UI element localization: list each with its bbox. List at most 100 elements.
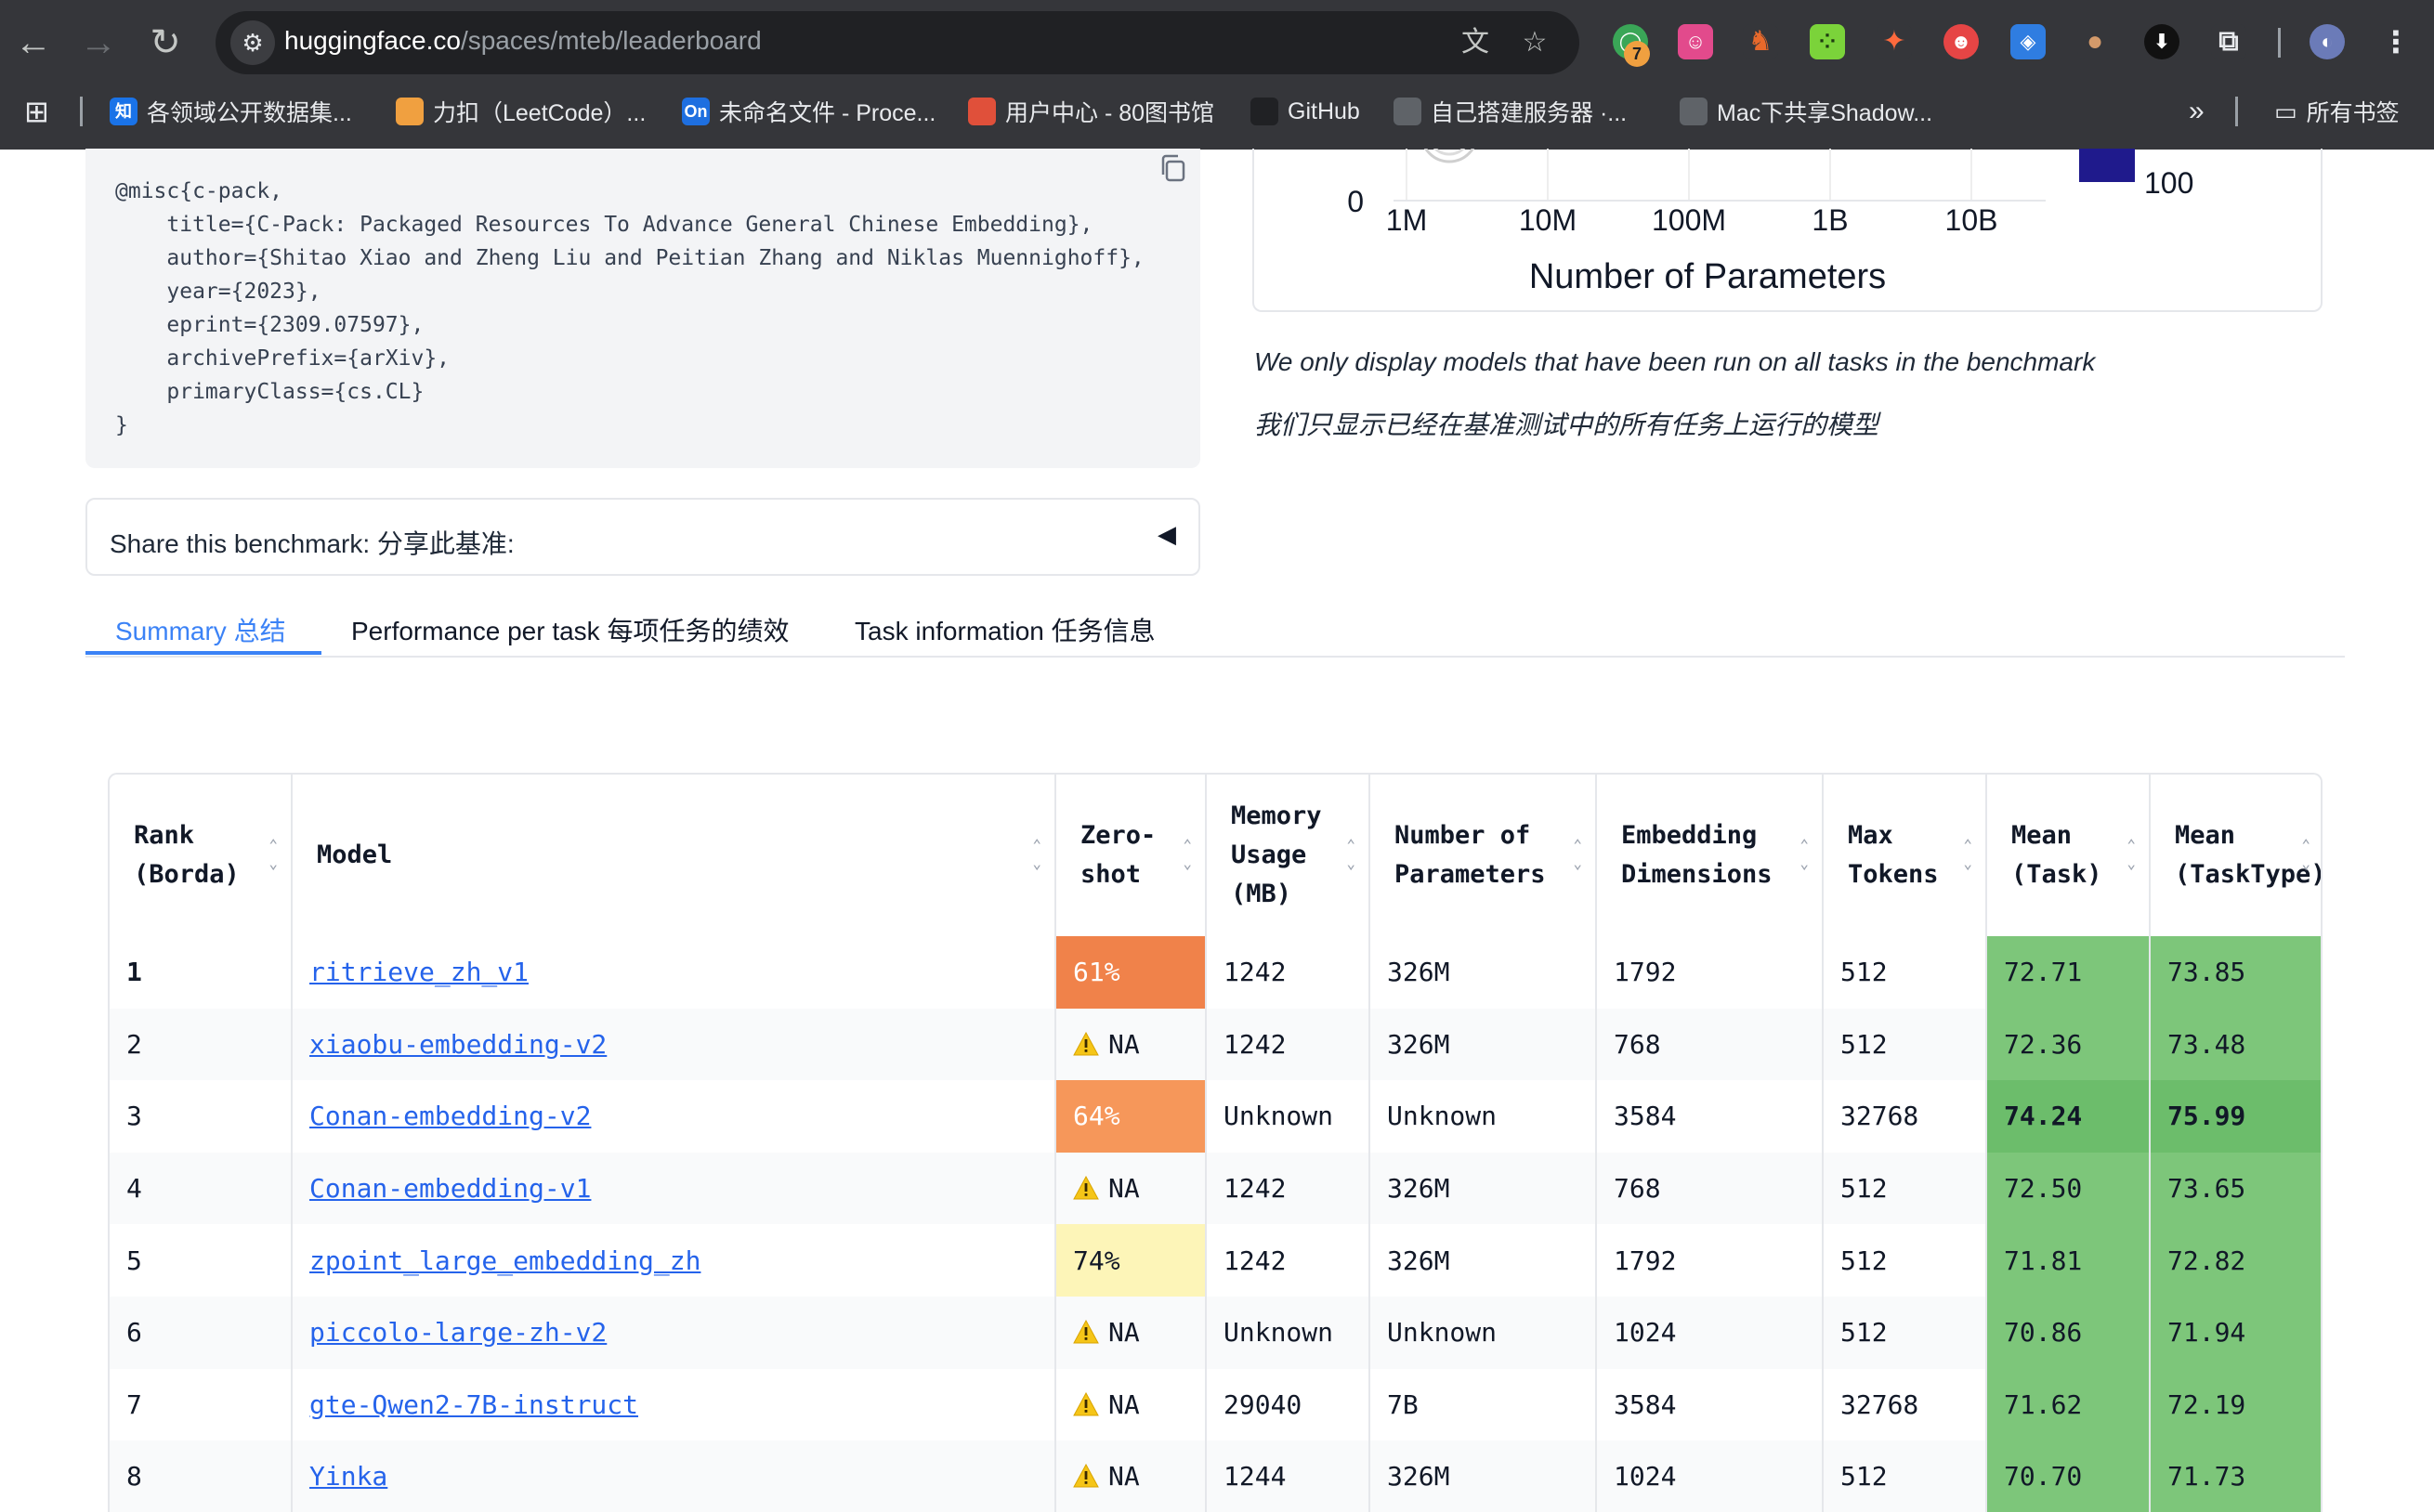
bookmark-item[interactable]: On 未命名文件 - Proce...	[682, 89, 936, 134]
zero-shot-value: 64%	[1073, 1101, 1120, 1132]
back-arrow-icon[interactable]: ←	[6, 15, 61, 71]
model-link[interactable]: piccolo-large-zh-v2	[309, 1317, 607, 1348]
mean-tasktype-cell: 71.94	[2150, 1296, 2321, 1369]
bookmark-item[interactable]: 用户中心 - 80图书馆	[968, 89, 1214, 134]
bookmark-star-icon[interactable]: ☆	[1516, 24, 1553, 61]
sort-arrows-icon[interactable]: ⌃ ⌄	[2126, 836, 2136, 873]
forward-arrow-icon[interactable]: →	[71, 15, 126, 71]
mean-tasktype-cell-text: 73.85	[2167, 957, 2246, 988]
sort-arrows-icon[interactable]: ⌃ ⌄	[1346, 836, 1355, 873]
leaderboard-table: Rank (Borda) ⌃ ⌄ Model ⌃ ⌄ Zero- shot ⌃ ⌄ Memory …	[110, 775, 2321, 1512]
header-mean-tasktype[interactable]: Mean (TaskType) ⌃ ⌄	[2150, 775, 2321, 936]
tab-task-information[interactable]: Task information 任务信息	[855, 611, 1156, 648]
header-memory-usage[interactable]: Memory Usage (MB) ⌃ ⌄	[1206, 775, 1370, 936]
sort-arrows-icon[interactable]: ⌃ ⌄	[268, 836, 278, 873]
bookmark-item[interactable]: 自己搭建服务器 ·...	[1394, 89, 1627, 134]
rank-cell: 4	[110, 1152, 293, 1225]
zero-shot-value: 61%	[1073, 957, 1120, 988]
bookmark-item[interactable]: 知各领域公开数据集...	[110, 89, 352, 134]
sort-arrows-icon[interactable]: ⌃ ⌄	[1963, 836, 1972, 873]
sort-arrows-icon[interactable]: ⌃ ⌄	[1183, 836, 1192, 873]
bookmark-label: 自己搭建服务器 ·...	[1431, 100, 1628, 126]
colorbar-tick-label: 100	[2144, 166, 2193, 200]
bookmark-item[interactable]: Mac下共享Shadow...	[1680, 89, 1932, 134]
mean-task-cell-text: 74.24	[2004, 1101, 2083, 1132]
rank-cell-text: 1	[126, 957, 142, 988]
sort-arrows-icon[interactable]: ⌃ ⌄	[1032, 836, 1041, 873]
bookmark-item[interactable]: 力扣（LeetCode）...	[396, 89, 646, 134]
profile-avatar[interactable]: ◐	[2310, 24, 2345, 59]
rank-cell-text: 3	[126, 1101, 142, 1132]
extension-icon-6[interactable]: ☻	[1943, 24, 1979, 59]
extension-icon-4[interactable]: ⁘	[1810, 24, 1845, 59]
mean-tasktype-cell: 72.82	[2150, 1224, 2321, 1297]
share-accordion[interactable]: Share this benchmark: 分享此基准: ◀	[85, 498, 1200, 576]
max-tokens-cell-text: 512	[1840, 957, 1888, 988]
tab-summary[interactable]: Summary 总结	[115, 611, 286, 648]
dimensions-cell: 1024	[1596, 1440, 1824, 1512]
model-link[interactable]: Conan-embedding-v1	[309, 1173, 591, 1204]
parameters-cell-text: Unknown	[1387, 1101, 1498, 1132]
dimensions-cell-text: 1024	[1614, 1317, 1677, 1349]
mean-tasktype-cell-text: 73.48	[2167, 1028, 2246, 1060]
address-bar[interactable]: ⚙ huggingface.co/spaces/mteb/leaderboard…	[216, 11, 1579, 74]
mean-task-cell-text: 70.70	[2004, 1461, 2083, 1492]
model-cell: Conan-embedding-v2	[292, 1080, 1056, 1153]
x-tick-label: 1B	[1812, 203, 1848, 237]
fox-extension-icon[interactable]: ♞	[1743, 24, 1778, 59]
apps-grid-icon[interactable]: ⊞	[24, 89, 49, 134]
bookmark-item[interactable]: GitHub	[1250, 89, 1360, 134]
extensions-puzzle-icon[interactable]: ⧉	[2211, 24, 2246, 59]
header-label: Memory Usage (MB)	[1231, 802, 1322, 908]
mean-task-cell: 71.62	[1986, 1368, 2151, 1441]
more-menu-icon[interactable]: ⋮	[2378, 24, 2414, 59]
x-tick-label: 100M	[1652, 203, 1726, 237]
download-icon[interactable]: ⬇	[2144, 24, 2179, 59]
bookmarks-overflow-button[interactable]: »	[2189, 89, 2205, 134]
model-link[interactable]: xiaobu-embedding-v2	[309, 1029, 607, 1060]
translate-icon[interactable]: 文	[1457, 24, 1494, 61]
cookie-extension-icon[interactable]: ●	[2077, 24, 2113, 59]
collapse-caret-icon[interactable]: ◀	[1158, 520, 1176, 549]
extension-icon-2[interactable]: ☺	[1678, 24, 1713, 59]
extension-icon-5[interactable]: ✦	[1877, 24, 1912, 59]
table-row: 8 Yinka NA 1244 326M 1024 512 70.70 71.73	[110, 1440, 2321, 1512]
copy-icon[interactable]	[1158, 152, 1189, 184]
header-embedding-dimensions[interactable]: Embedding Dimensions ⌃ ⌄	[1596, 775, 1824, 936]
tab-performance-per-task[interactable]: Performance per task 每项任务的绩效	[351, 611, 789, 648]
bookmark-favicon-icon: On	[682, 98, 710, 125]
model-link[interactable]: Yinka	[309, 1461, 387, 1492]
extension-icon-7[interactable]: ◈	[2010, 24, 2046, 59]
zero-shot-cell: NA	[1055, 1368, 1207, 1441]
header-zero-shot[interactable]: Zero- shot ⌃ ⌄	[1055, 775, 1207, 936]
dimensions-cell-text: 1792	[1614, 1245, 1677, 1276]
share-label: Share this benchmark: 分享此基准:	[110, 529, 515, 558]
mean-task-cell-text: 72.50	[2004, 1173, 2083, 1205]
model-link[interactable]: ritrieve_zh_v1	[309, 957, 529, 987]
warning-icon	[1073, 1464, 1099, 1488]
bookmark-favicon-icon	[1394, 98, 1421, 125]
sort-arrows-icon[interactable]: ⌃ ⌄	[2301, 836, 2310, 873]
header-number-of-parameters[interactable]: Number of Parameters ⌃ ⌄	[1369, 775, 1597, 936]
header-mean-task[interactable]: Mean (Task) ⌃ ⌄	[1986, 775, 2151, 936]
reload-icon[interactable]: ↻	[137, 15, 193, 71]
url-text[interactable]: huggingface.co/spaces/mteb/leaderboard	[284, 26, 762, 56]
header-rank[interactable]: Rank (Borda) ⌃ ⌄	[110, 775, 293, 936]
model-link[interactable]: zpoint_large_embedding_zh	[309, 1245, 700, 1276]
header-max-tokens[interactable]: Max Tokens ⌃ ⌄	[1823, 775, 1987, 936]
mean-task-cell-text: 72.71	[2004, 957, 2083, 988]
header-label: Embedding Dimensions	[1621, 821, 1773, 889]
model-link[interactable]: Conan-embedding-v2	[309, 1101, 591, 1131]
sort-arrows-icon[interactable]: ⌃ ⌄	[1573, 836, 1582, 873]
rank-cell: 6	[110, 1296, 293, 1369]
rank-cell: 1	[110, 936, 293, 1009]
model-cell: Conan-embedding-v1	[292, 1152, 1056, 1225]
parameters-cell: 7B	[1369, 1368, 1597, 1441]
sort-arrows-icon[interactable]: ⌃ ⌄	[1799, 836, 1809, 873]
model-link[interactable]: gte-Qwen2-7B-instruct	[309, 1389, 638, 1420]
site-settings-icon[interactable]: ⚙	[230, 20, 275, 65]
all-bookmarks-button[interactable]: ▭ 所有书签	[2274, 89, 2400, 134]
header-model[interactable]: Model ⌃ ⌄	[292, 775, 1056, 936]
citation-code-block: @misc{c-pack, title={C-Pack: Packaged Re…	[85, 149, 1200, 468]
header-label: Rank (Borda)	[134, 821, 240, 889]
